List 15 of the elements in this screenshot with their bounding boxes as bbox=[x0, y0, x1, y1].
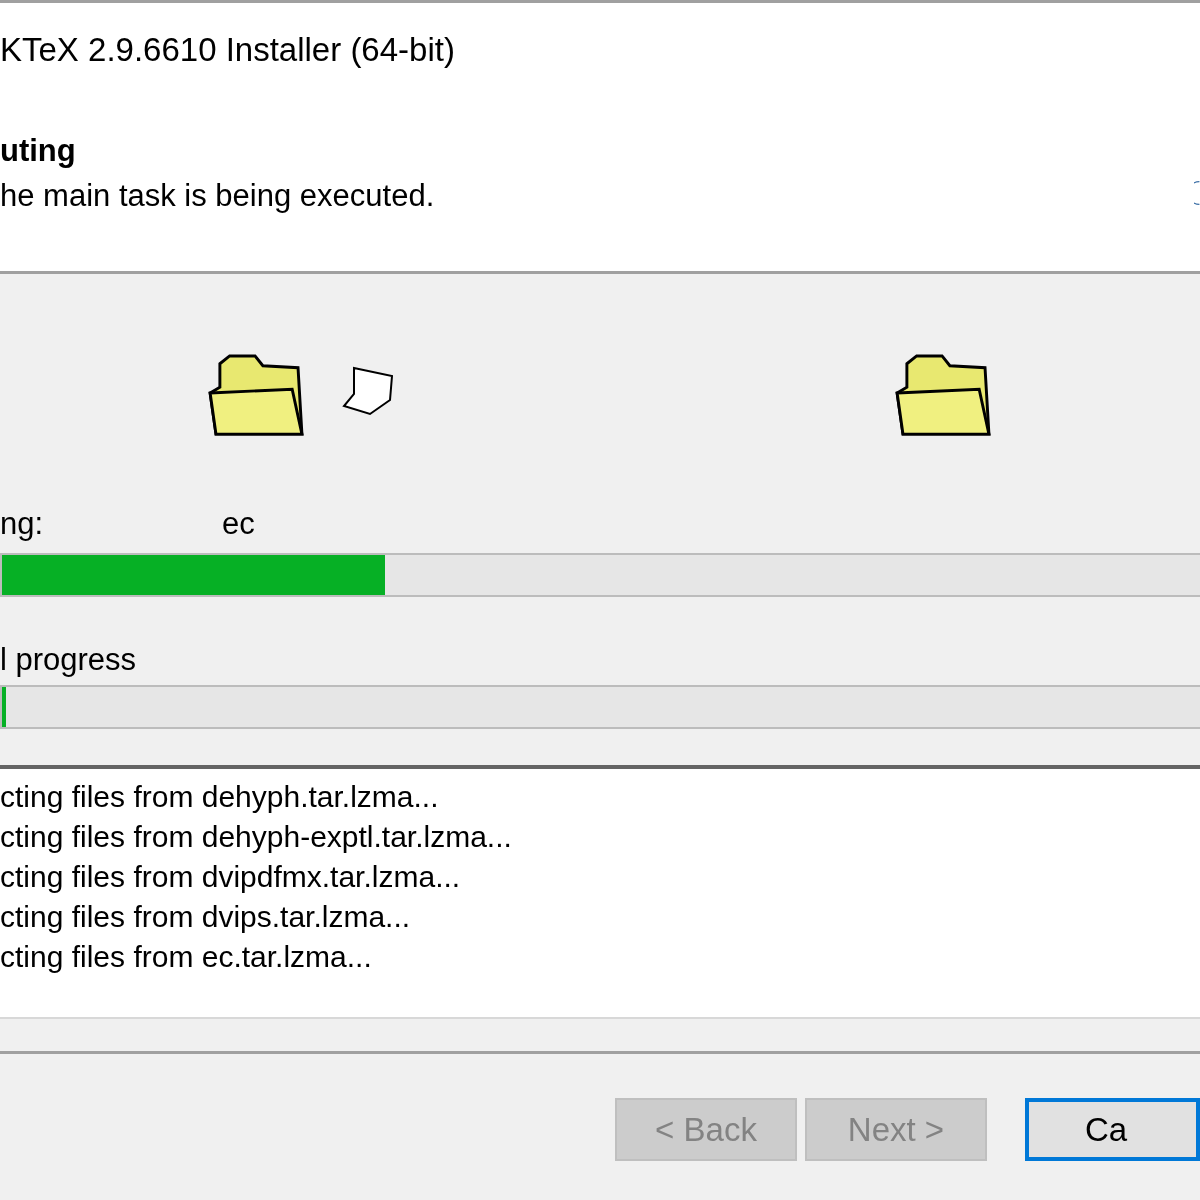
log-line: cting files from dvips.tar.lzma... bbox=[0, 899, 412, 935]
window-title: KTeX 2.9.6610 Installer (64-bit) bbox=[0, 31, 455, 69]
log-line: cting files from ec.tar.lzma... bbox=[0, 939, 373, 975]
log-line: cting files from dvipdfmx.tar.lzma... bbox=[0, 859, 462, 895]
package-name: ec bbox=[222, 506, 255, 542]
step-description: he main task is being executed. bbox=[0, 178, 435, 214]
progress-label: l progress bbox=[0, 641, 138, 679]
wizard-button[interactable]: Ca bbox=[1024, 1098, 1200, 1161]
status-label: ng: bbox=[0, 506, 45, 542]
log-line: cting files from dehyph.tar.lzma... bbox=[0, 779, 440, 815]
paper-icon bbox=[340, 366, 396, 418]
folder-icon bbox=[208, 354, 306, 438]
step-heading: uting bbox=[0, 133, 76, 169]
folder-icon bbox=[895, 354, 993, 438]
log-line: cting files from dehyph-exptl.tar.lzma... bbox=[0, 819, 513, 855]
